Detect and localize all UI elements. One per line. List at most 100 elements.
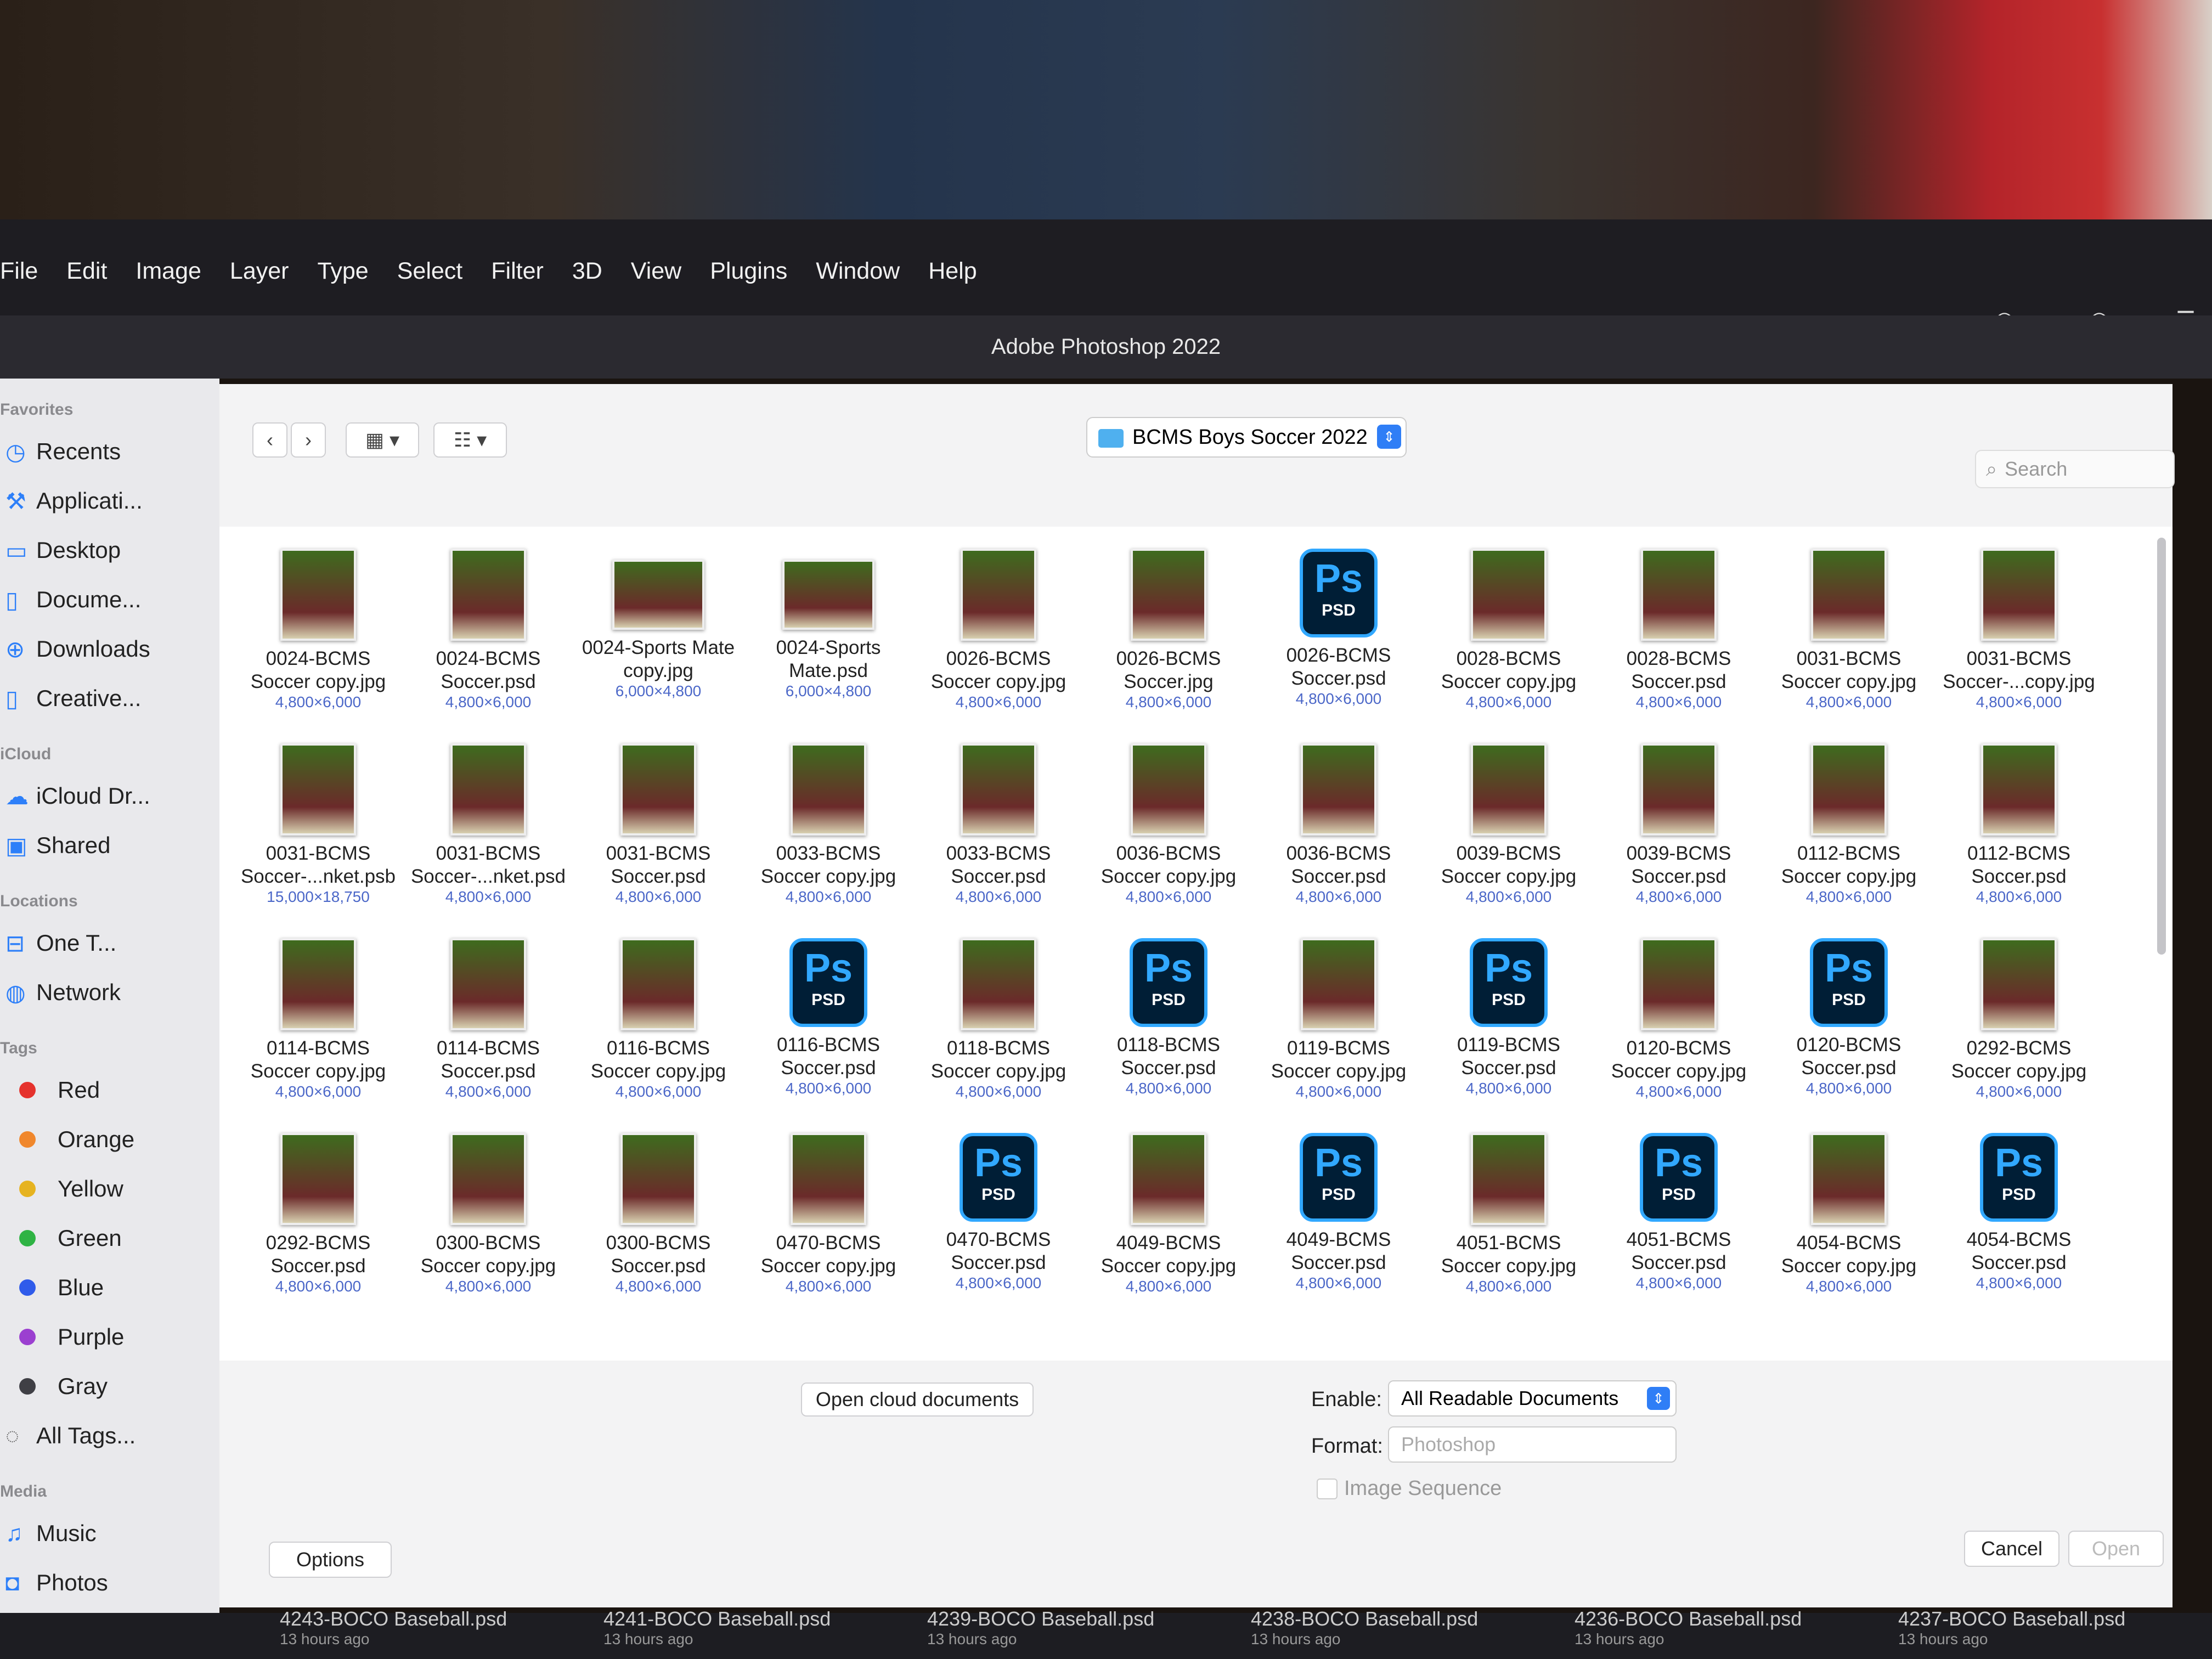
file-item[interactable]: 0119-BCMS Soccer copy.jpg 4,800×6,000 [1256,938,1421,1101]
sidebar-item-docume[interactable]: ▯ Docume... [0,575,219,624]
file-item[interactable]: 0031-BCMS Soccer copy.jpg 4,800×6,000 [1767,549,1931,711]
file-item[interactable]: 0031-BCMS Soccer-...copy.jpg 4,800×6,000 [1937,549,2101,711]
sidebar-tag-orange[interactable]: Orange [0,1115,219,1164]
file-item[interactable]: Ps PSD 0470-BCMS Soccer.psd 4,800×6,000 [916,1133,1081,1292]
sidebar-item-all-tags[interactable]: ◌ All Tags... [0,1411,219,1460]
menu-plugins[interactable]: Plugins [710,258,787,285]
sidebar-tag-yellow[interactable]: Yellow [0,1164,219,1214]
file-thumbnail [961,549,1036,641]
file-item[interactable]: 0024-BCMS Soccer copy.jpg 4,800×6,000 [236,549,400,711]
file-item[interactable]: 0026-BCMS Soccer copy.jpg 4,800×6,000 [916,549,1081,711]
path-popup[interactable]: BCMS Boys Soccer 2022 ⇕ [1086,417,1407,458]
sidebar-item-music[interactable]: ♫ Music [0,1509,219,1558]
file-item[interactable]: 0112-BCMS Soccer copy.jpg 4,800×6,000 [1767,743,1931,906]
file-item[interactable]: 0031-BCMS Soccer-...nket.psb 15,000×18,75… [236,743,400,906]
menu-layer[interactable]: Layer [230,258,289,285]
sidebar-item-applicati[interactable]: ⚒ Applicati... [0,476,219,526]
back-button[interactable]: ‹ [252,422,287,458]
menu-window[interactable]: Window [816,258,900,285]
menu-3d[interactable]: 3D [572,258,602,285]
options-button[interactable]: Options [269,1542,392,1578]
sidebar-item-network[interactable]: ◍ Network [0,968,219,1017]
file-item[interactable]: 0112-BCMS Soccer.psd 4,800×6,000 [1937,743,2101,906]
image-sequence-checkbox[interactable] [1317,1479,1338,1499]
sidebar-tag-purple[interactable]: Purple [0,1312,219,1362]
file-item[interactable]: Ps PSD 4054-BCMS Soccer.psd 4,800×6,000 [1937,1133,2101,1292]
enable-select[interactable]: All Readable Documents ⇕ [1388,1380,1677,1417]
file-item[interactable]: 0031-BCMS Soccer.psd 4,800×6,000 [576,743,741,906]
grid-scrollbar[interactable] [2157,538,2166,955]
sidebar-tag-green[interactable]: Green [0,1214,219,1263]
format-select[interactable]: Photoshop [1388,1426,1677,1463]
file-item[interactable]: 0028-BCMS Soccer copy.jpg 4,800×6,000 [1426,549,1591,711]
open-button[interactable]: Open [2068,1531,2164,1567]
background-file-item[interactable]: 4238-BOCO Baseball.psd 13 hours ago [1251,1607,1478,1648]
file-item[interactable]: 0120-BCMS Soccer copy.jpg 4,800×6,000 [1596,938,1761,1101]
file-item[interactable]: Ps PSD 0118-BCMS Soccer.psd 4,800×6,000 [1086,938,1251,1097]
sidebar-item-icloud-dr[interactable]: ☁ iCloud Dr... [0,771,219,821]
menu-edit[interactable]: Edit [66,258,107,285]
psd-label: PSD [1152,991,1186,1009]
background-file-item[interactable]: 4241-BOCO Baseball.psd 13 hours ago [603,1607,831,1648]
file-item[interactable]: Ps PSD 0120-BCMS Soccer.psd 4,800×6,000 [1767,938,1931,1097]
menu-help[interactable]: Help [928,258,977,285]
background-file-item[interactable]: 4236-BOCO Baseball.psd 13 hours ago [1575,1607,1802,1648]
background-file-item[interactable]: 4237-BOCO Baseball.psd 13 hours ago [1898,1607,2125,1648]
file-item[interactable]: 0024-Sports Mate.psd 6,000×4,800 [746,549,911,700]
file-item[interactable]: 0024-Sports Mate copy.jpg 6,000×4,800 [576,549,741,700]
file-item[interactable]: 0026-BCMS Soccer.jpg 4,800×6,000 [1086,549,1251,711]
sidebar-item-creative[interactable]: ▯ Creative... [0,674,219,723]
file-item[interactable]: 0114-BCMS Soccer copy.jpg 4,800×6,000 [236,938,400,1101]
file-item[interactable]: Ps PSD 4049-BCMS Soccer.psd 4,800×6,000 [1256,1133,1421,1292]
file-item[interactable]: 4049-BCMS Soccer copy.jpg 4,800×6,000 [1086,1133,1251,1295]
file-item[interactable]: 4054-BCMS Soccer copy.jpg 4,800×6,000 [1767,1133,1931,1295]
file-item[interactable]: 0039-BCMS Soccer.psd 4,800×6,000 [1596,743,1761,906]
sidebar-item-one-t[interactable]: ⊟ One T... [0,918,219,968]
file-item[interactable]: 0033-BCMS Soccer.psd 4,800×6,000 [916,743,1081,906]
background-file-item[interactable]: 4239-BOCO Baseball.psd 13 hours ago [927,1607,1154,1648]
sidebar-tag-red[interactable]: Red [0,1065,219,1115]
forward-button[interactable]: › [291,422,326,458]
file-item[interactable]: 0036-BCMS Soccer.psd 4,800×6,000 [1256,743,1421,906]
sidebar-item-desktop[interactable]: ▭ Desktop [0,526,219,575]
menu-file[interactable]: File [0,258,38,285]
file-item[interactable]: 0470-BCMS Soccer copy.jpg 4,800×6,000 [746,1133,911,1295]
file-item[interactable]: 0300-BCMS Soccer copy.jpg 4,800×6,000 [406,1133,571,1295]
file-item[interactable]: 0292-BCMS Soccer.psd 4,800×6,000 [236,1133,400,1295]
sidebar-item-shared[interactable]: ▣ Shared [0,821,219,870]
file-item[interactable]: 0028-BCMS Soccer.psd 4,800×6,000 [1596,549,1761,711]
file-item[interactable]: 0033-BCMS Soccer copy.jpg 4,800×6,000 [746,743,911,906]
file-item[interactable]: Ps PSD 0116-BCMS Soccer.psd 4,800×6,000 [746,938,911,1097]
file-item[interactable]: 0114-BCMS Soccer.psd 4,800×6,000 [406,938,571,1101]
background-file-item[interactable]: 4243-BOCO Baseball.psd 13 hours ago [280,1607,507,1648]
file-item[interactable]: 0116-BCMS Soccer copy.jpg 4,800×6,000 [576,938,741,1101]
cancel-button[interactable]: Cancel [1964,1531,2059,1567]
menu-view[interactable]: View [631,258,681,285]
file-item[interactable]: 0024-BCMS Soccer.psd 4,800×6,000 [406,549,571,711]
menu-image[interactable]: Image [136,258,201,285]
open-cloud-documents-button[interactable]: Open cloud documents [801,1383,1034,1417]
file-item[interactable]: 4051-BCMS Soccer copy.jpg 4,800×6,000 [1426,1133,1591,1295]
sidebar-tag-gray[interactable]: Gray [0,1362,219,1411]
file-item[interactable]: 0118-BCMS Soccer copy.jpg 4,800×6,000 [916,938,1081,1101]
group-button[interactable]: ☷ ▾ [433,422,507,458]
file-item[interactable]: 0039-BCMS Soccer copy.jpg 4,800×6,000 [1426,743,1591,906]
menu-select[interactable]: Select [397,258,463,285]
sidebar-item-photos[interactable]: ◘ Photos [0,1558,219,1607]
menu-filter[interactable]: Filter [491,258,544,285]
file-item[interactable]: 0036-BCMS Soccer copy.jpg 4,800×6,000 [1086,743,1251,906]
search-input[interactable]: ⌕ Search [1975,450,2175,488]
file-item[interactable]: 0292-BCMS Soccer copy.jpg 4,800×6,000 [1937,938,2101,1101]
sidebar-item-recents[interactable]: ◷ Recents [0,427,219,476]
favorites-header: Favorites [0,400,74,419]
sidebar-tag-blue[interactable]: Blue [0,1263,219,1312]
file-item[interactable]: 0300-BCMS Soccer.psd 4,800×6,000 [576,1133,741,1295]
view-mode-button[interactable]: ▦ ▾ [346,422,419,458]
menu-type[interactable]: Type [318,258,369,285]
sidebar-item-downloads[interactable]: ⊕ Downloads [0,624,219,674]
file-item[interactable]: Ps PSD 0119-BCMS Soccer.psd 4,800×6,000 [1426,938,1591,1097]
photoshop-file-icon: Ps PSD [960,1133,1037,1222]
file-item[interactable]: Ps PSD 0026-BCMS Soccer.psd 4,800×6,000 [1256,549,1421,708]
file-item[interactable]: Ps PSD 4051-BCMS Soccer.psd 4,800×6,000 [1596,1133,1761,1292]
file-item[interactable]: 0031-BCMS Soccer-...nket.psd 4,800×6,000 [406,743,571,906]
